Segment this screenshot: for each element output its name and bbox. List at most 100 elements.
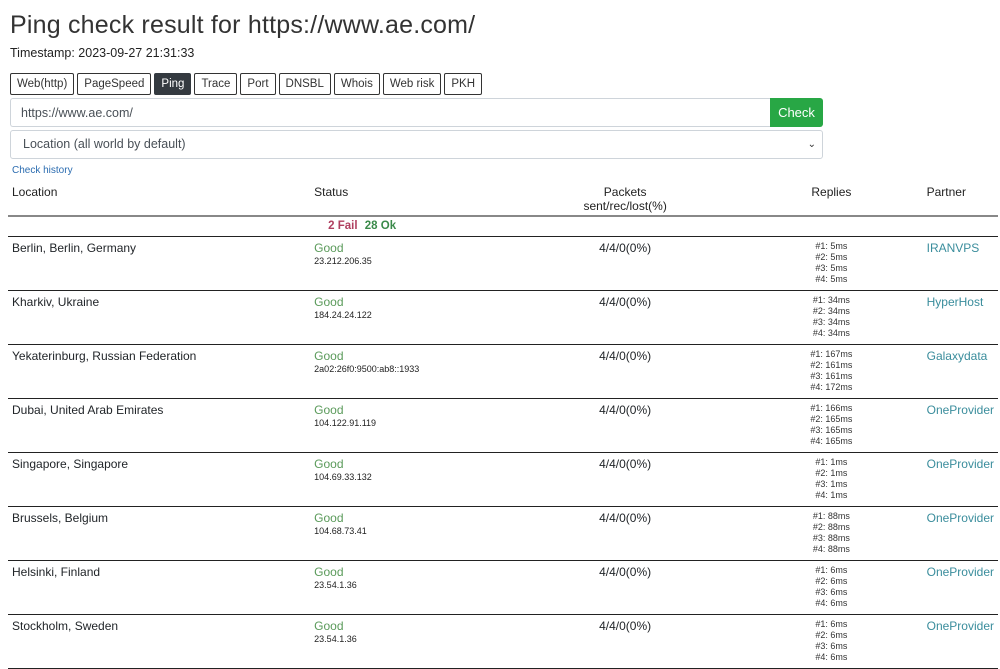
reply-value: #3: 6ms [815,587,848,597]
partner-link[interactable]: OneProvider [927,565,994,579]
status-badge: Good [314,403,344,417]
reply-value: #3: 161ms [810,371,853,381]
location-cell: Brussels, Belgium [8,506,311,561]
partner-link[interactable]: OneProvider [927,403,994,417]
check-button[interactable]: Check [770,98,823,127]
partner-link[interactable]: HyperHost [927,295,984,309]
status-cell: Good 23.54.1.36 [310,614,503,669]
header-packets: Packets sent/rec/lost(%) [502,180,749,217]
table-row: Brussels, Belgium Good 104.68.73.41 4/4/0(0… [8,506,998,561]
packets-cell: 4/4/0(0%) [502,614,749,669]
tab-pagespeed[interactable]: PageSpeed [77,73,152,95]
partner-cell: OneProvider [914,614,998,669]
reply-value: #3: 6ms [815,641,848,651]
replies-cell: #1: 6ms #2: 6ms #3: 6ms #4: 6ms [748,560,915,615]
page-title: Ping check result for https://www.ae.com… [10,11,476,39]
status-badge: Good [314,349,344,363]
reply-value: #1: 166ms [810,403,853,413]
table-row: Dubai, United Arab Emirates Good 104.122.9… [8,398,998,453]
replies-cell: #1: 34ms #2: 34ms #3: 34ms #4: 34ms [748,290,915,345]
location-select[interactable]: Location (all world by default) ⌄ [10,130,823,159]
reply-value: #1: 34ms [812,295,850,305]
partner-link[interactable]: OneProvider [927,511,994,525]
check-history-link[interactable]: Check history [10,164,73,177]
table-header-row: Location Status Packets sent/rec/lost(%)… [8,180,998,217]
reply-value: #3: 5ms [815,263,848,273]
reply-value: #4: 172ms [810,382,853,392]
packets-cell: 4/4/0(0%) [502,452,749,507]
reply-value: #2: 5ms [815,252,848,262]
status-cell: Good 104.69.33.132 [310,452,503,507]
partner-link[interactable]: OneProvider [927,619,994,633]
timestamp: Timestamp: 2023-09-27 21:31:33 [10,46,195,60]
reply-value: #2: 165ms [810,414,853,424]
tab-pkh[interactable]: PKH [444,73,483,95]
reply-value: #2: 34ms [812,306,850,316]
partner-cell: OneProvider [914,398,998,453]
page-container: Ping check result for https://www.ae.com… [0,0,1000,669]
status-badge: Good [314,565,344,579]
reply-value: #1: 5ms [815,241,848,251]
location-cell: Berlin, Berlin, Germany [8,236,311,291]
partner-link[interactable]: IRANVPS [927,241,980,255]
tab-whois[interactable]: Whois [333,73,380,95]
reply-value: #4: 88ms [812,544,850,554]
fail-count: 2 Fail [328,220,358,232]
tab-port[interactable]: Port [240,73,276,95]
url-input[interactable] [10,98,770,127]
status-cell: Good 2a02:26f0:9500:ab8::1933 [310,344,503,399]
tab-dnsbl[interactable]: DNSBL [278,73,331,95]
tab-web-risk[interactable]: Web risk [382,73,442,95]
packets-cell: 4/4/0(0%) [502,236,749,291]
status-cell: Good 23.54.1.36 [310,560,503,615]
reply-value: #2: 1ms [815,468,848,478]
resolved-ip: 23.54.1.36 [314,580,357,590]
packets-cell: 4/4/0(0%) [502,290,749,345]
replies-cell: #1: 88ms #2: 88ms #3: 88ms #4: 88ms [748,506,915,561]
packets-cell: 4/4/0(0%) [502,344,749,399]
status-badge: Good [314,511,344,525]
partner-link[interactable]: OneProvider [927,457,994,471]
reply-value: #4: 165ms [810,436,853,446]
reply-value: #4: 6ms [815,598,848,608]
header-location: Location [8,180,311,217]
summary-row: 2 Fail 28 Ok [8,216,998,237]
status-badge: Good [314,619,344,633]
location-cell: Helsinki, Finland [8,560,311,615]
partner-cell: OneProvider [914,452,998,507]
packets-cell: 4/4/0(0%) [502,560,749,615]
status-cell: Good 23.212.206.35 [310,236,503,291]
partner-cell: Galaxydata [914,344,998,399]
reply-value: #2: 88ms [812,522,850,532]
reply-value: #1: 88ms [812,511,850,521]
header-replies: Replies [748,180,915,217]
resolved-ip: 104.69.33.132 [314,472,372,482]
tab-ping[interactable]: Ping [154,73,192,95]
reply-value: #1: 6ms [815,565,848,575]
tool-tabs: Web(http) PageSpeed Ping Trace Port DNSBL Whoi… [10,73,1000,95]
replies-cell: #1: 167ms #2: 161ms #3: 161ms #4: 172ms [748,344,915,399]
reply-value: #4: 6ms [815,652,848,662]
reply-value: #3: 88ms [812,533,850,543]
resolved-ip: 2a02:26f0:9500:ab8::1933 [314,364,420,374]
status-cell: Good 184.24.24.122 [310,290,503,345]
replies-cell: #1: 1ms #2: 1ms #3: 1ms #4: 1ms [748,452,915,507]
status-badge: Good [314,241,344,255]
partner-cell: IRANVPS [914,236,998,291]
tab-web-http[interactable]: Web(http) [10,73,75,95]
partner-cell: HyperHost [914,290,998,345]
reply-value: #3: 1ms [815,479,848,489]
reply-value: #3: 165ms [810,425,853,435]
reply-value: #4: 34ms [812,328,850,338]
table-row: Kharkiv, Ukraine Good 184.24.24.122 4/4/0(0… [8,290,998,345]
tab-trace[interactable]: Trace [194,73,238,95]
summary-cell: 2 Fail 28 Ok [310,216,503,237]
partner-link[interactable]: Galaxydata [927,349,988,363]
status-cell: Good 104.68.73.41 [310,506,503,561]
header-packets-line2: sent/rec/lost(%) [583,199,667,213]
reply-value: #4: 5ms [815,274,848,284]
header-packets-line1: Packets [603,185,647,199]
reply-value: #2: 6ms [815,630,848,640]
results-table: Location Status Packets sent/rec/lost(%)… [8,180,998,669]
location-cell: Kharkiv, Ukraine [8,290,311,345]
